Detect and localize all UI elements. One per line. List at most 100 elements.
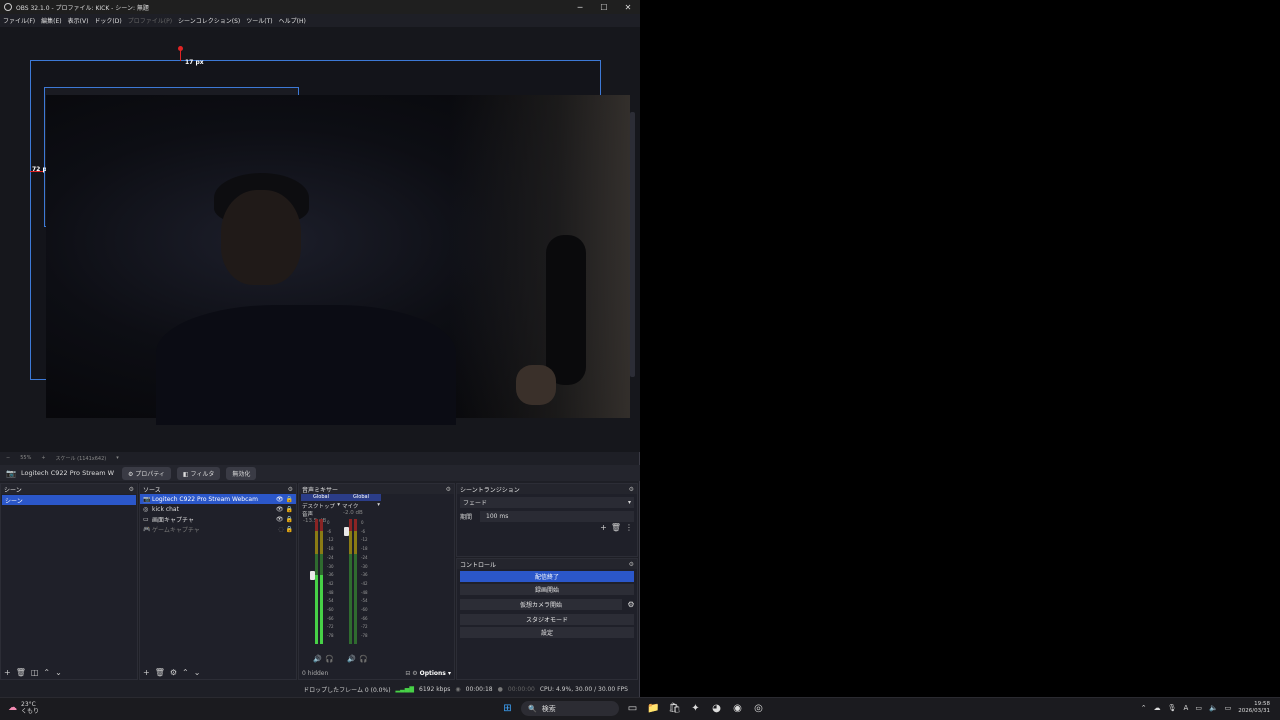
lock-icon[interactable]: 🔒: [286, 496, 293, 503]
dock-settings-icon[interactable]: ⚙: [288, 486, 293, 493]
menu-file[interactable]: ファイル(F): [3, 16, 35, 25]
transition-select[interactable]: フェード ▾: [460, 497, 634, 508]
volume-slider[interactable]: [310, 571, 315, 580]
gear-icon[interactable]: ⚙: [625, 600, 637, 609]
ime-indicator[interactable]: A: [1184, 704, 1189, 712]
source-item[interactable]: 📷 Logitech C922 Pro Stream Webcam 👁 🔒: [140, 494, 296, 504]
webcam-feed[interactable]: [46, 95, 630, 425]
scale-dropdown-icon[interactable]: ▾: [116, 455, 119, 461]
copilot-icon[interactable]: ✦: [688, 701, 703, 716]
menu-view[interactable]: 表示(V): [68, 16, 89, 25]
file-explorer-icon[interactable]: 📁: [646, 701, 661, 716]
move-up-icon[interactable]: ⌃: [43, 668, 50, 677]
channel-header[interactable]: デスクトップ音声 ▾: [301, 502, 341, 518]
more-options-icon[interactable]: ⋮: [625, 523, 633, 532]
lock-icon[interactable]: 🔒: [286, 506, 293, 513]
task-view-icon[interactable]: ▭: [625, 701, 640, 716]
controls-title: コントロール: [460, 561, 497, 569]
battery-icon[interactable]: ▭: [1225, 704, 1232, 712]
stop-streaming-button[interactable]: 配信終了: [460, 571, 634, 582]
visibility-eye-icon[interactable]: 👁: [276, 496, 284, 503]
visibility-eye-icon[interactable]: 👁: [276, 516, 284, 523]
channel-menu-icon[interactable]: ▾: [377, 502, 380, 510]
menu-tools[interactable]: ツール(T): [246, 16, 272, 25]
monitor-headphones-icon[interactable]: 🎧: [359, 655, 368, 663]
scale-label[interactable]: スケール (1141x642): [56, 455, 107, 462]
menu-help[interactable]: ヘルプ(H): [279, 16, 306, 25]
resize-handle[interactable]: [178, 46, 183, 51]
move-up-icon[interactable]: ⌃: [182, 668, 189, 677]
edge-icon[interactable]: ◕: [709, 701, 724, 716]
minimize-button[interactable]: ─: [568, 3, 592, 12]
menu-scene-collection[interactable]: シーンコレクション(S): [178, 16, 240, 25]
start-virtual-camera-button[interactable]: 仮想カメラ開始: [460, 599, 622, 610]
options-button[interactable]: Options ▾: [420, 670, 451, 677]
obs-icon[interactable]: ◎: [751, 701, 766, 716]
add-source-icon[interactable]: +: [143, 668, 150, 677]
lock-icon[interactable]: 🔒: [286, 526, 293, 533]
scene-filter-icon[interactable]: ◫: [31, 668, 39, 677]
remove-source-icon[interactable]: 🗑: [155, 668, 165, 677]
display-icon[interactable]: ▭: [1195, 704, 1202, 712]
obs-window: OBS 32.1.0 - プロファイル: KICK - シーン: 無題 ─ ☐ …: [0, 0, 640, 697]
preview-canvas[interactable]: 17 px 72 px: [0, 27, 640, 452]
dock-settings-icon[interactable]: ⚙: [129, 486, 134, 493]
scene-item[interactable]: シーン: [2, 495, 136, 505]
chrome-icon[interactable]: ◉: [730, 701, 745, 716]
filters-button[interactable]: ◧ フィルタ: [176, 466, 221, 480]
source-name: kick chat: [152, 505, 179, 513]
start-button-icon[interactable]: ⊞: [500, 701, 515, 716]
maximize-button[interactable]: ☐: [592, 3, 616, 12]
monitor-headphones-icon[interactable]: 🎧: [325, 655, 334, 663]
store-icon[interactable]: 🛍: [667, 701, 682, 716]
hidden-eye-icon[interactable]: ◌: [278, 526, 283, 533]
weather-widget[interactable]: ☁ 23°C くもり: [8, 701, 39, 715]
start-recording-button[interactable]: 録画開始: [460, 584, 634, 595]
studio-mode-button[interactable]: スタジオモード: [460, 614, 634, 625]
source-toolbar: 📷 Logitech C922 Pro Stream W ⚙ プロパティ ◧ フ…: [0, 465, 640, 481]
weather-text: 23°C くもり: [21, 701, 39, 715]
taskbar-clock[interactable]: 19:58 2026/03/31: [1238, 701, 1270, 715]
move-down-icon[interactable]: ⌄: [55, 668, 62, 677]
volume-slider[interactable]: [344, 527, 349, 536]
mute-icon[interactable]: 🔊: [347, 655, 356, 663]
source-item[interactable]: ▭ 画面キャプチャ 👁 🔒: [140, 514, 296, 524]
zoom-in-icon[interactable]: +: [41, 455, 45, 461]
channel-menu-icon[interactable]: ▾: [337, 502, 340, 518]
source-item[interactable]: 🎮 ゲームキャプチャ ◌ 🔒: [140, 524, 296, 534]
dock-settings-icon[interactable]: ⚙: [629, 486, 634, 493]
lock-icon[interactable]: 🔒: [286, 516, 293, 523]
menu-edit[interactable]: 編集(E): [41, 16, 61, 25]
source-properties-icon[interactable]: ⚙: [170, 668, 177, 677]
remove-scene-icon[interactable]: 🗑: [16, 668, 26, 677]
remove-transition-icon[interactable]: 🗑: [611, 523, 621, 532]
mute-icon[interactable]: 🔊: [313, 655, 322, 663]
dock-settings-icon[interactable]: ⚙: [446, 486, 451, 493]
add-scene-icon[interactable]: +: [4, 668, 11, 677]
mixer-layout-icon[interactable]: ⊟: [405, 670, 410, 677]
chevron-up-icon[interactable]: ⌃: [1141, 704, 1147, 712]
add-transition-icon[interactable]: +: [600, 523, 607, 532]
meter-scale-tick: -48: [327, 589, 334, 595]
windows-taskbar: ☁ 23°C くもり ⊞ 🔍 検索 ▭ 📁 🛍 ✦ ◕ ◉ ◎ ⌃ ☁ 🎙 A …: [0, 697, 1280, 720]
volume-icon[interactable]: 🔈: [1209, 704, 1218, 712]
onedrive-icon[interactable]: ☁: [1154, 704, 1161, 712]
disable-button[interactable]: 無効化: [226, 466, 257, 480]
settings-button[interactable]: 設定: [460, 627, 634, 638]
zoom-out-icon[interactable]: −: [6, 455, 10, 461]
measure-top-label: 17 px: [185, 59, 204, 66]
menu-profile[interactable]: プロファイル(P): [128, 16, 172, 25]
duration-input[interactable]: 100 ms: [480, 511, 634, 522]
close-button[interactable]: ✕: [616, 3, 640, 12]
mic-icon[interactable]: 🎙: [1168, 704, 1177, 712]
mixer-advanced-icon[interactable]: ⚙: [412, 670, 417, 677]
preview-vertical-scrollbar[interactable]: [630, 112, 635, 377]
menu-dock[interactable]: ドック(D): [94, 16, 121, 25]
dock-settings-icon[interactable]: ⚙: [629, 561, 634, 568]
properties-button[interactable]: ⚙ プロパティ: [121, 466, 171, 480]
channel-header[interactable]: マイク ▾: [341, 502, 381, 510]
taskbar-search[interactable]: 🔍 検索: [521, 701, 619, 716]
move-down-icon[interactable]: ⌄: [194, 668, 201, 677]
visibility-eye-icon[interactable]: 👁: [276, 506, 284, 513]
source-item[interactable]: ◎ kick chat 👁 🔒: [140, 504, 296, 514]
